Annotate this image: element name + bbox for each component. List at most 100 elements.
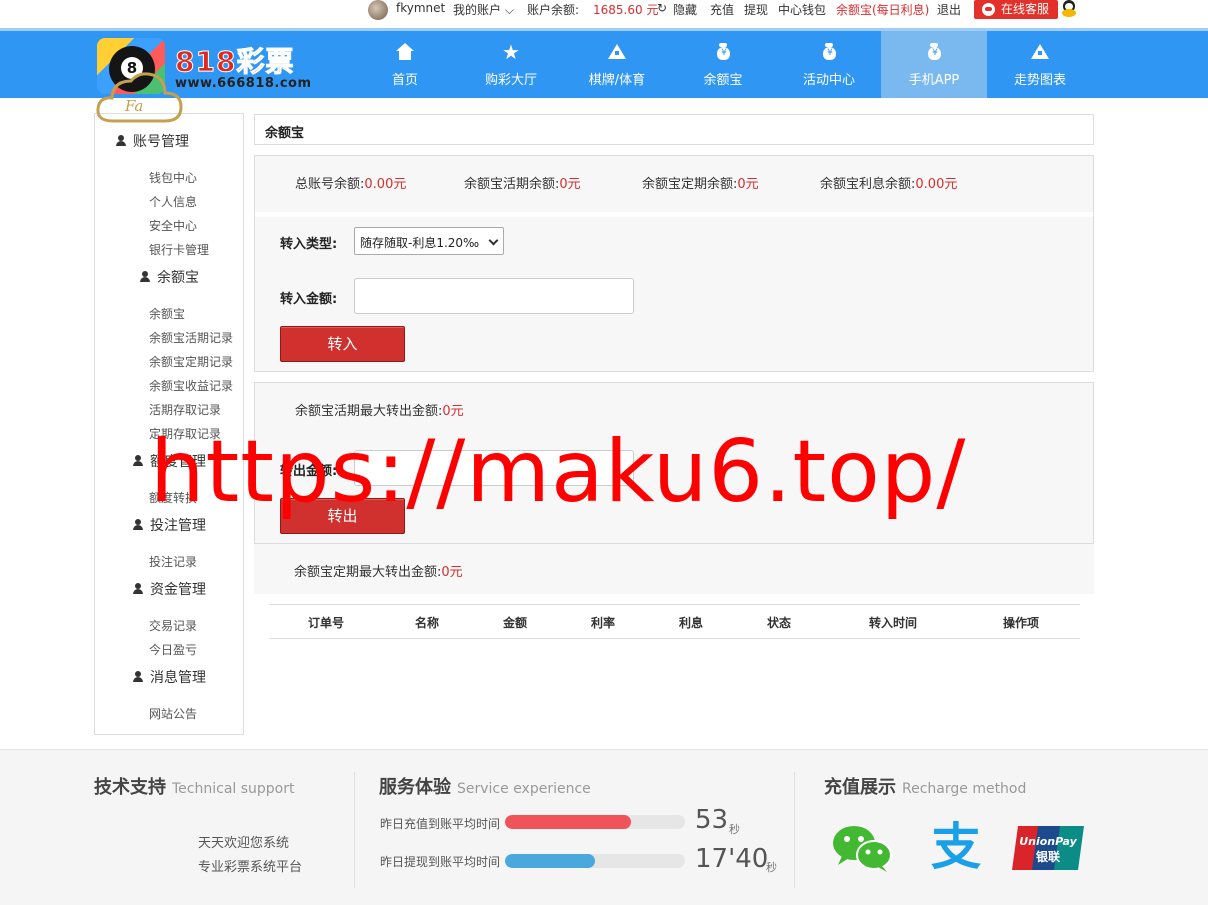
sidebar-item-current-deposit-records[interactable]: 活期存取记录 [149,401,221,418]
nav-label: 手机APP [908,73,960,88]
sidebar-item-security[interactable]: 安全中心 [149,217,197,234]
wechat-pay-icon[interactable] [832,823,892,873]
transfer-in-type-select[interactable]: 随存随取-利息1.20‰ [354,227,504,255]
transfer-in-amount-label: 转入金额: [280,292,338,307]
unionpay-icon[interactable]: UnionPay 银联 [1012,826,1084,870]
sidebar-section-title: 账号管理 [133,134,189,150]
sidebar-item-transactions[interactable]: 交易记录 [149,617,197,634]
avatar[interactable] [368,0,388,20]
sidebar-section-title: 资金管理 [150,582,206,598]
nav-yuebao[interactable]: 余额宝 [670,31,776,98]
recharge-link[interactable]: 充值 [710,1,734,18]
sidebar-item-today-pnl[interactable]: 今日盈亏 [149,641,197,658]
top-bar: fkymnet 我的账户 ⌵ 账户余额: 1685.60 元 ↻ 隐藏 充值 提… [0,0,1208,28]
recharge-time-bar-fill [505,815,631,829]
refresh-icon[interactable]: ↻ [657,1,667,15]
nav-mobile-app[interactable]: 手机APP [881,31,987,98]
summary-fixed: 余额宝定期余额:0元 [642,173,759,192]
fixed-max-value: 0元 [441,565,463,580]
money-bag-icon [714,43,732,61]
withdraw-time-bar-fill [505,854,595,868]
star-icon: ★ [502,40,520,64]
user-icon [133,519,143,530]
online-service-label: 在线客服 [1001,2,1050,16]
support-line-2: 专业彩票系统平台 [198,860,303,875]
sidebar-section-messages[interactable]: 消息管理 [133,667,206,687]
page-title-box: 余额宝 [254,114,1094,145]
withdraw-link[interactable]: 提现 [744,1,768,18]
sidebar-section-yuebao[interactable]: 余额宝 [140,267,199,287]
online-service-button[interactable]: 在线客服 [974,0,1058,19]
chevron-down-icon [488,235,499,246]
sidebar-item-personal-info[interactable]: 个人信息 [149,193,197,210]
cloud-logo-icon: Fa [96,72,183,123]
footer-divider [354,772,355,888]
nav-lottery-hall[interactable]: ★ 购彩大厅 [458,31,564,98]
user-icon [133,671,143,682]
summary-label: 余额宝利息余额: [820,177,916,192]
sidebar-section-account[interactable]: 账号管理 [116,131,189,151]
service-subtitle: Service experience [457,781,591,797]
sidebar-item-yuebao-fixed-records[interactable]: 余额宝定期记录 [149,353,233,370]
balance-label: 账户余额: [527,3,580,17]
logo-brand: 818彩票 [174,45,295,79]
unionpay-cn-text: 银联 [1036,849,1060,864]
unionpay-text: UnionPay [1019,835,1077,848]
support-title-text: 技术支持 [94,777,166,798]
qq-penguin-icon[interactable] [1060,0,1078,18]
recharge-time-bar [505,815,685,829]
col-actions: 操作项 [1003,616,1040,630]
recharge-title: 充值展示 Recharge method [824,773,1026,799]
sidebar-section-title: 消息管理 [150,670,206,686]
money-bag-icon [925,43,943,61]
wallet-link[interactable]: 中心钱包 [778,1,826,18]
nav-label: 首页 [391,73,418,88]
logo-url: www.666818.com [175,76,312,91]
summary-value: 0.00元 [364,177,407,192]
alipay-icon[interactable]: 支 [924,822,988,872]
my-account-menu[interactable]: 我的账户 ⌵ [453,1,514,18]
withdraw-time-value: 17'40 [695,844,769,874]
sidebar-item-wallet-center[interactable]: 钱包中心 [149,169,197,186]
support-line-1: 天天欢迎您系统 [198,836,290,851]
transfer-out-max-label: 余额宝活期最大转出金额: [295,404,443,419]
hide-balance-link[interactable]: 隐藏 [673,1,697,18]
withdraw-time-bar [505,854,685,868]
recharge-time-unit: 秒 [729,823,740,836]
nav-label: 购彩大厅 [484,73,537,88]
username[interactable]: fkymnet [396,1,445,15]
logout-link[interactable]: 退出 [937,1,961,18]
sidebar-item-announcements[interactable]: 网站公告 [149,705,197,722]
summary-label: 总账号余额: [295,177,365,192]
user-icon [140,271,150,282]
transfer-in-amount-input[interactable] [354,278,634,314]
summary-value: 0元 [559,177,581,192]
service-title-text: 服务体验 [379,777,451,798]
sidebar-item-bank-card[interactable]: 银行卡管理 [149,241,209,258]
col-rate: 利率 [591,616,616,630]
col-name: 名称 [415,616,440,630]
summary-current: 余额宝活期余额:0元 [464,173,581,192]
nav-chess-sports[interactable]: 棋牌/体育 [564,31,670,98]
transfer-in-button[interactable]: 转入 [280,326,405,362]
recharge-subtitle: Recharge method [902,781,1027,797]
yuebao-link[interactable]: 余额宝(每日利息) [836,1,929,18]
sidebar-item-yuebao[interactable]: 余额宝 [149,305,185,322]
nav-home[interactable]: 首页 [352,31,458,98]
transfer-out-max-value: 0元 [442,404,464,419]
chevron-down-icon: ⌵ [501,3,514,17]
summary-label: 余额宝活期余额: [464,177,560,192]
nav-activity[interactable]: 活动中心 [776,31,882,98]
sidebar-item-yuebao-current-records[interactable]: 余额宝活期记录 [149,329,233,346]
recharge-time-value: 53 [695,805,729,835]
sidebar-item-bet-records[interactable]: 投注记录 [149,553,197,570]
sidebar-section-funds[interactable]: 资金管理 [133,579,206,599]
summary-value: 0元 [737,177,759,192]
summary-value: 0.00元 [915,177,958,192]
service-title: 服务体验 Service experience [379,773,591,799]
recharge-time-label: 昨日充值到账平均时间 [380,817,501,831]
nav-trend-chart[interactable]: 走势图表 [987,31,1093,98]
summary-total: 总账号余额:0.00元 [295,173,406,192]
cloud-logo-text: Fa [124,97,143,115]
sidebar-item-yuebao-income-records[interactable]: 余额宝收益记录 [149,377,233,394]
